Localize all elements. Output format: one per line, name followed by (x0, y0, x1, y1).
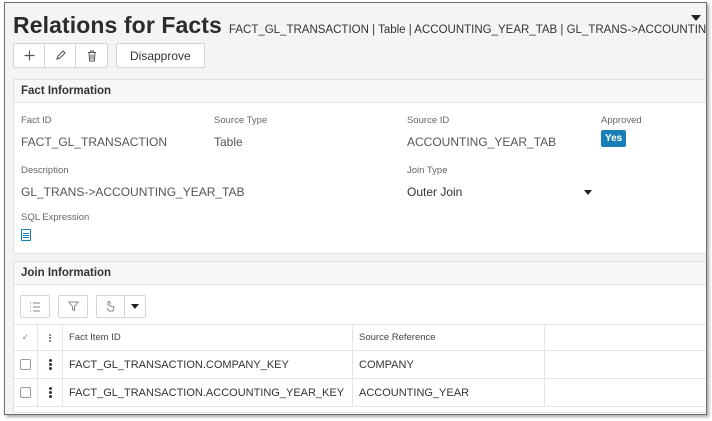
approved-badge: Yes (601, 130, 627, 147)
source-id-value: ACCOUNTING_YEAR_TAB (407, 135, 557, 149)
join-information-heading: Join Information (14, 262, 706, 285)
record-actions (13, 43, 108, 68)
actions-group (96, 295, 146, 318)
kebab-icon (48, 391, 52, 394)
source-id-label: Source ID (407, 115, 450, 126)
hand-pointer-icon (106, 301, 115, 312)
fact-id-value: FACT_GL_TRANSACTION (21, 135, 168, 149)
sql-expression-field: SQL Expression (21, 212, 89, 241)
filter-icon (67, 301, 79, 312)
disapprove-button[interactable]: Disapprove (116, 43, 205, 68)
new-button[interactable] (14, 44, 45, 67)
chevron-down-icon (131, 304, 139, 309)
main-toolbar: Disapprove (13, 43, 205, 68)
fact-item-cell: FACT_GL_TRANSACTION.COMPANY_KEY (63, 351, 353, 378)
source-type-field: Source Type Table (214, 115, 267, 149)
delete-button[interactable] (76, 44, 107, 67)
pencil-icon (55, 50, 66, 60)
join-type-select[interactable]: Outer Join (407, 185, 462, 199)
table-row[interactable]: FACT_GL_TRANSACTION.ACCOUNTING_YEAR_KEY … (14, 379, 706, 407)
chevron-down-icon[interactable] (584, 190, 592, 195)
document-icon[interactable] (21, 229, 31, 241)
row-checkbox[interactable] (14, 379, 38, 406)
column-header-fact-item[interactable]: Fact Item ID (63, 325, 353, 350)
row-menu[interactable] (38, 351, 63, 378)
fact-item-cell: FACT_GL_TRANSACTION.ACCOUNTING_YEAR_KEY (63, 379, 353, 406)
description-label: Description (21, 165, 69, 176)
row-menu[interactable] (38, 379, 63, 406)
page-title: Relations for Facts (13, 12, 222, 38)
fact-information-panel: Fact Information Fact ID FACT_GL_TRANSAC… (13, 79, 706, 254)
list-icon (30, 302, 40, 311)
column-header-source-ref[interactable]: Source Reference (353, 325, 545, 350)
grid-header-row: ✓ Fact Item ID Source Reference (14, 324, 706, 351)
actions-button[interactable] (97, 296, 125, 317)
join-toolbar (20, 295, 146, 318)
join-type-field[interactable]: Join Type Outer Join (407, 165, 462, 199)
page-context: FACT_GL_TRANSACTION | Table | ACCOUNTING… (228, 24, 707, 36)
check-icon: ✓ (21, 332, 30, 342)
row-filler (545, 379, 706, 406)
page-header: Relations for Facts FACT_GL_TRANSACTION … (13, 12, 706, 42)
row-filler (545, 351, 706, 378)
source-ref-cell: ACCOUNTING_YEAR (353, 379, 545, 406)
source-ref-cell: COMPANY (353, 351, 545, 378)
context-dropdown-icon[interactable] (691, 15, 701, 21)
join-type-label: Join Type (407, 165, 448, 176)
kebab-icon (48, 363, 52, 366)
sql-expression-label: SQL Expression (21, 212, 90, 223)
fact-id-field: Fact ID FACT_GL_TRANSACTION (21, 115, 167, 149)
checkbox[interactable] (20, 359, 31, 370)
approved-label: Approved (601, 115, 642, 126)
column-menu[interactable] (38, 325, 63, 350)
description-field: Description GL_TRANS->ACCOUNTING_YEAR_TA… (21, 165, 245, 199)
select-all-checkbox[interactable]: ✓ (14, 325, 38, 350)
checkbox[interactable] (20, 387, 31, 398)
app-window: Relations for Facts FACT_GL_TRANSACTION … (4, 2, 707, 415)
fact-id-label: Fact ID (21, 115, 52, 126)
list-view-button[interactable] (20, 295, 50, 318)
actions-dropdown[interactable] (125, 296, 145, 317)
kebab-icon (49, 336, 51, 339)
trash-icon (87, 50, 96, 61)
source-id-field: Source ID ACCOUNTING_YEAR_TAB (407, 115, 556, 149)
column-filler (545, 325, 706, 350)
join-grid: ✓ Fact Item ID Source Reference FACT_GL_… (14, 324, 706, 407)
plus-icon (24, 50, 34, 61)
edit-button[interactable] (45, 44, 76, 67)
description-value: GL_TRANS->ACCOUNTING_YEAR_TAB (21, 185, 245, 199)
table-row[interactable]: FACT_GL_TRANSACTION.COMPANY_KEY COMPANY (14, 351, 706, 379)
filter-button[interactable] (58, 295, 88, 318)
join-information-panel: Join Information ✓ Fact Item ID Source R… (13, 261, 706, 413)
fact-information-heading: Fact Information (14, 80, 706, 103)
approved-field: Approved Yes (601, 115, 642, 147)
source-type-value: Table (214, 135, 243, 149)
row-checkbox[interactable] (14, 351, 38, 378)
source-type-label: Source Type (214, 115, 268, 126)
